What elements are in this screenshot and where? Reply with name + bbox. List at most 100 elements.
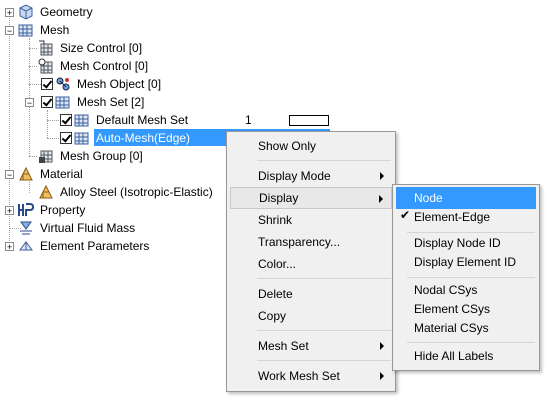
- tree-item-label: Size Control [0]: [60, 41, 143, 55]
- mesh-set-icon: [55, 94, 71, 110]
- menu-item-label: Node: [414, 191, 443, 205]
- menu-item-label: Copy: [258, 309, 287, 323]
- menu-separator: [257, 360, 391, 361]
- tree-item-label: Mesh Set [2]: [77, 95, 145, 109]
- menu-item-label: Display Node ID: [414, 236, 501, 250]
- material-icon: [18, 166, 34, 182]
- tree-item-label: Virtual Fluid Mass: [40, 221, 136, 235]
- property-icon: [18, 202, 35, 218]
- menu-item-show-only[interactable]: Show Only: [230, 135, 392, 157]
- fluid-mass-icon: [18, 220, 34, 236]
- size-control-icon: [38, 40, 54, 56]
- tree-line: [29, 48, 37, 49]
- menu-item-label: Material CSys: [414, 321, 489, 335]
- menu-separator: [407, 277, 535, 278]
- mesh-icon: [18, 22, 34, 38]
- menu-item-copy[interactable]: Copy: [230, 305, 392, 327]
- collapse-mesh-toggle[interactable]: −: [5, 26, 14, 36]
- tree-item-mesh[interactable]: Mesh: [18, 21, 71, 39]
- auto-mesh-checkbox[interactable]: [60, 132, 72, 144]
- menu-item-color[interactable]: Color...: [230, 253, 392, 275]
- menu-item-shrink[interactable]: Shrink: [230, 209, 392, 231]
- tree-item-label: Material: [40, 167, 83, 181]
- tree-item-alloy-steel[interactable]: Alloy Steel (Isotropic-Elastic): [38, 183, 215, 201]
- mesh-set-color-swatch[interactable]: [289, 115, 329, 126]
- tree-item-label: Mesh Object [0]: [77, 77, 162, 91]
- tree-item-auto-mesh[interactable]: [60, 129, 94, 147]
- menu-item-work-mesh-set[interactable]: Work Mesh Set: [230, 365, 392, 387]
- menu-item-label: Display: [259, 191, 299, 205]
- menu-item-label: Mesh Set: [258, 339, 309, 353]
- tree-item-label: Property: [40, 203, 86, 217]
- tree-item-label: Mesh Control [0]: [60, 59, 149, 73]
- menu-item-transparency[interactable]: Transparency...: [230, 231, 392, 253]
- submenu-item-material-csys[interactable]: Material CSys: [396, 317, 536, 339]
- expand-property-toggle[interactable]: +: [5, 206, 14, 216]
- submenu-arrow-icon: [380, 342, 384, 350]
- menu-separator: [407, 342, 535, 343]
- tree-line: [47, 138, 59, 139]
- collapse-material-toggle[interactable]: −: [5, 170, 14, 180]
- tree-item-geometry[interactable]: Geometry: [18, 3, 95, 21]
- expand-geometry-toggle[interactable]: +: [5, 8, 14, 18]
- submenu-item-element-edge[interactable]: ✔ Element-Edge: [396, 206, 536, 228]
- submenu-arrow-icon: [379, 195, 383, 203]
- tree-item-material[interactable]: Material: [18, 165, 85, 183]
- tree-item-label: Alloy Steel (Isotropic-Elastic): [60, 185, 213, 199]
- submenu-arrow-icon: [380, 372, 384, 380]
- menu-item-mesh-set[interactable]: Mesh Set: [230, 335, 392, 357]
- tree-line: [29, 182, 30, 193]
- menu-separator: [257, 160, 391, 161]
- checkmark-icon: ✔: [400, 208, 411, 222]
- menu-item-label: Delete: [258, 287, 293, 301]
- tree-item-label: Geometry: [40, 5, 93, 19]
- tree-item-label-selected: Auto-Mesh(Edge): [96, 131, 191, 145]
- menu-item-label: Display Element ID: [414, 255, 517, 269]
- tree-item-label: Mesh Group [0]: [60, 149, 143, 163]
- geometry-icon: [18, 4, 34, 20]
- menu-item-label: Element CSys: [414, 302, 491, 316]
- tree-item-mesh-set[interactable]: Mesh Set [2]: [41, 93, 146, 111]
- display-submenu: Node ✔ Element-Edge Display Node ID Displ…: [392, 184, 540, 371]
- tree-line: [29, 156, 37, 157]
- material-icon: [38, 184, 54, 200]
- tree-line: [29, 38, 30, 156]
- menu-item-label: Color...: [258, 257, 297, 271]
- mesh-object-checkbox[interactable]: [41, 78, 53, 90]
- tree-line: [47, 110, 48, 138]
- tree-item-mesh-object[interactable]: Mesh Object [0]: [41, 75, 163, 93]
- context-menu: Show Only Display Mode Display Shrink Tr…: [226, 131, 396, 392]
- menu-item-label: Show Only: [258, 139, 317, 153]
- menu-separator: [257, 330, 391, 331]
- mesh-control-icon: [38, 58, 54, 74]
- menu-item-label: Hide All Labels: [414, 349, 494, 363]
- submenu-item-display-element-id[interactable]: Display Element ID: [396, 251, 536, 273]
- mesh-group-icon: [38, 148, 54, 164]
- menu-item-label: Work Mesh Set: [258, 369, 340, 383]
- mesh-set-checkbox[interactable]: [41, 96, 53, 108]
- element-parameters-icon: [18, 238, 34, 254]
- mesh-set-icon: [74, 112, 90, 128]
- menu-item-label: Display Mode: [258, 169, 331, 183]
- default-mesh-set-checkbox[interactable]: [60, 114, 72, 126]
- menu-item-display-mode[interactable]: Display Mode: [230, 165, 392, 187]
- tree-item-virtual-fluid-mass[interactable]: Virtual Fluid Mass: [18, 219, 137, 237]
- tree-item-size-control[interactable]: Size Control [0]: [38, 39, 144, 57]
- menu-item-label: Element-Edge: [414, 210, 491, 224]
- menu-item-label: Shrink: [258, 213, 293, 227]
- submenu-item-hide-all-labels[interactable]: Hide All Labels: [396, 345, 536, 367]
- menu-item-delete[interactable]: Delete: [230, 283, 392, 305]
- tree-item-property[interactable]: Property: [18, 201, 87, 219]
- tree-item-label: Element Parameters: [40, 239, 150, 253]
- tree-item-default-mesh-set[interactable]: Default Mesh Set: [60, 111, 190, 129]
- expand-element-parameters-toggle[interactable]: +: [5, 242, 14, 252]
- tree-item-mesh-group[interactable]: Mesh Group [0]: [38, 147, 145, 165]
- tree-item-mesh-control[interactable]: Mesh Control [0]: [38, 57, 150, 75]
- collapse-mesh-set-toggle[interactable]: −: [25, 98, 34, 108]
- submenu-arrow-icon: [380, 172, 384, 180]
- menu-item-display[interactable]: Display: [230, 187, 392, 209]
- tree-item-label: Default Mesh Set: [96, 113, 189, 127]
- tree-item-element-parameters[interactable]: Element Parameters: [18, 237, 151, 255]
- tree-line: [29, 84, 41, 85]
- menu-item-label: Transparency...: [258, 235, 341, 249]
